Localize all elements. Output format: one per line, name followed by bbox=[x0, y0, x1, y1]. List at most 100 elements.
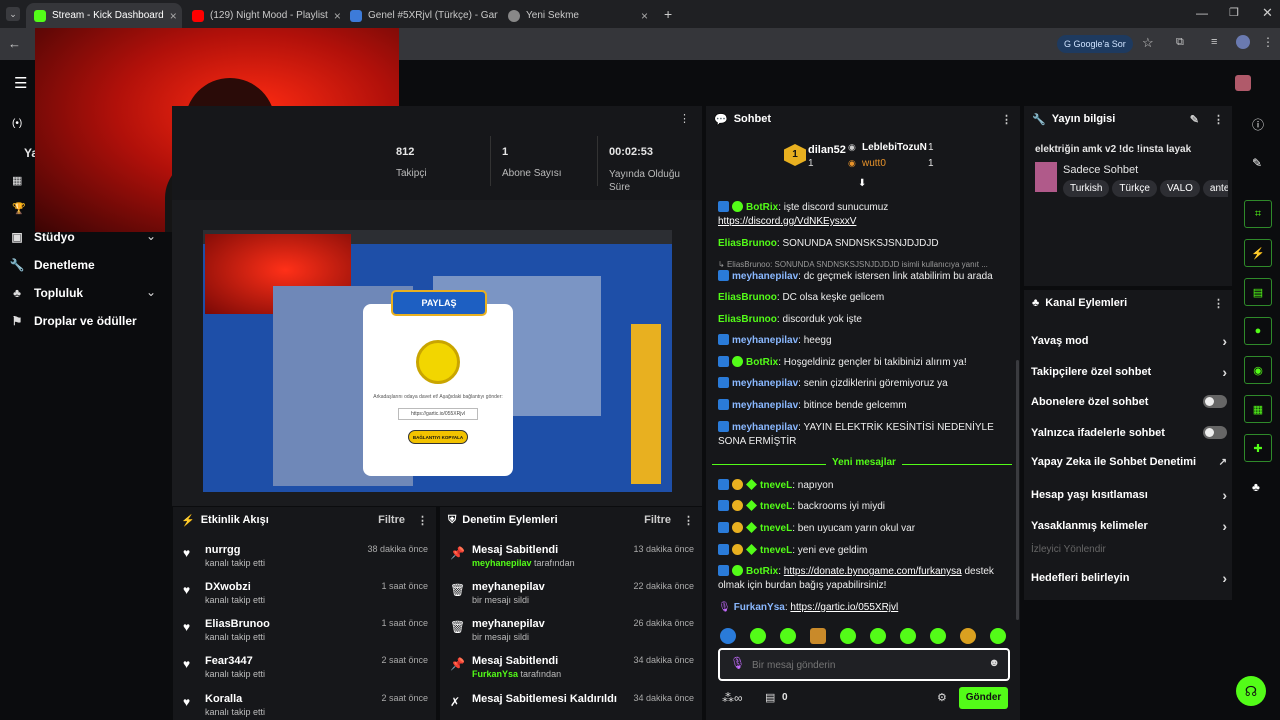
stream-preview-video[interactable]: PAYLAŞ Arkadaşlarını odaya davet et! Aşa… bbox=[203, 230, 672, 492]
tab-close-icon[interactable]: × bbox=[170, 9, 177, 23]
tab-title: Yeni Sekme bbox=[526, 10, 579, 21]
emoji-icon[interactable]: ☻ bbox=[988, 657, 1000, 669]
list-item: ✗ Mesaj Sabitlemesi Kaldırıldı 34 dakika ö… bbox=[450, 693, 694, 709]
mod-filter-button[interactable]: Filtre bbox=[644, 514, 671, 526]
lightning-icon[interactable]: ⚡ bbox=[1244, 239, 1272, 267]
account-age-action[interactable]: Hesap yaşı kısıtlaması › bbox=[1031, 487, 1227, 503]
chat-message: meyhanepilav: dc geçmek istersen link at… bbox=[718, 270, 1010, 284]
layout-icon[interactable]: ▦ bbox=[1244, 395, 1272, 423]
user-avatar[interactable] bbox=[1235, 75, 1251, 91]
emote-icon[interactable] bbox=[810, 628, 826, 644]
emote-icon[interactable] bbox=[900, 628, 916, 644]
kebab-menu-icon[interactable]: ⋮ bbox=[683, 514, 694, 527]
preview-ad-banner bbox=[631, 324, 661, 484]
chevron-down-icon[interactable]: ⌄ bbox=[146, 285, 156, 299]
discord-link[interactable]: https://discord.gg/VdNKEysxxV bbox=[718, 216, 856, 227]
live-icon: (•) bbox=[12, 118, 23, 129]
kebab-menu-icon[interactable]: ⋮ bbox=[1213, 113, 1224, 126]
community-icon[interactable]: ♣ bbox=[1252, 480, 1260, 494]
wrench-icon: 🔧 bbox=[1032, 113, 1046, 126]
emote-icon[interactable] bbox=[750, 628, 766, 644]
chat-bubble-icon[interactable]: ● bbox=[1244, 317, 1272, 345]
emote-icon[interactable] bbox=[990, 628, 1006, 644]
tag: Türkçe bbox=[1112, 180, 1157, 197]
emote-icon[interactable] bbox=[870, 628, 886, 644]
edit-icon[interactable]: ✎ bbox=[1252, 156, 1262, 170]
mod-badge-icon bbox=[718, 500, 729, 511]
notes-icon[interactable]: ▤ bbox=[1244, 278, 1272, 306]
emote-icon[interactable] bbox=[960, 628, 976, 644]
edit-pencil-icon[interactable]: ✎ bbox=[1190, 113, 1199, 126]
copy-link-button[interactable]: BAĞLANTIYI KOPYALA bbox=[408, 430, 468, 444]
send-button[interactable]: Gönder bbox=[959, 687, 1008, 709]
tab-new[interactable]: Yeni Sekme × bbox=[500, 3, 656, 28]
extensions-icon[interactable]: ⧉ bbox=[1176, 36, 1184, 49]
kebab-menu-icon[interactable]: ⋮ bbox=[679, 112, 690, 125]
category-name: Sadece Sohbet bbox=[1063, 164, 1139, 176]
profile-avatar[interactable] bbox=[1236, 35, 1250, 49]
emote-icon[interactable] bbox=[840, 628, 856, 644]
tab-close-icon[interactable]: × bbox=[334, 9, 340, 23]
google-ask-chip[interactable]: G Google'a Sor bbox=[1057, 35, 1133, 53]
chevron-right-icon: › bbox=[1222, 364, 1227, 380]
clip-icon[interactable]: ⌗ bbox=[1244, 200, 1272, 228]
settings-gear-icon[interactable]: ⚙ bbox=[937, 691, 947, 704]
tag: Turkish bbox=[1063, 180, 1110, 197]
ai-moderation-action[interactable]: Yapay Zeka ile Sohbet Denetimi ↗ bbox=[1031, 456, 1227, 468]
emote-icon[interactable] bbox=[720, 628, 736, 644]
sidebar-item-moderation[interactable]: 🔧 Denetleme bbox=[10, 258, 95, 272]
uptime-value: 00:02:53 bbox=[609, 146, 654, 158]
minimize-icon[interactable]: — bbox=[1196, 6, 1208, 20]
hamburger-menu-icon[interactable]: ☰ bbox=[14, 74, 27, 92]
popup-link[interactable]: https://gartic.io/055XRjvl bbox=[398, 408, 478, 420]
followers-only-action[interactable]: Takipçilere özel sohbet › bbox=[1031, 364, 1227, 380]
list-item: 📌 Mesaj Sabitlendi meyhanepilav tarafından… bbox=[450, 544, 694, 568]
gift-badge-icon bbox=[732, 500, 743, 511]
info-icon[interactable]: ⓘ bbox=[1252, 116, 1264, 133]
chat-message: meyhanepilav: YAYIN ELEKTRİK KESİNTİSİ N… bbox=[718, 421, 994, 447]
kebab-menu-icon[interactable]: ⋮ bbox=[1001, 113, 1012, 126]
tab-youtube[interactable]: (129) Night Mood - Playlist × bbox=[184, 3, 340, 28]
goals-action[interactable]: Hedefleri belirleyin › bbox=[1031, 570, 1227, 586]
tab-close-icon[interactable]: × bbox=[641, 9, 648, 23]
sidebar-item-community[interactable]: ♣ Topluluk bbox=[10, 286, 83, 300]
emote-icon[interactable] bbox=[780, 628, 796, 644]
emotes-only-toggle[interactable] bbox=[1203, 426, 1227, 439]
chat-scrollbar[interactable] bbox=[1016, 360, 1019, 620]
mod-badge-icon bbox=[718, 522, 729, 533]
tab-title: (129) Night Mood - Playlist bbox=[210, 10, 328, 21]
sidebar-item-drops[interactable]: ⚑ Droplar ve ödüller bbox=[10, 314, 137, 328]
points-icon: ▤ bbox=[765, 692, 776, 704]
raid-action: İzleyici Yönlendir bbox=[1031, 544, 1106, 555]
wrench-icon[interactable]: ✚ bbox=[1244, 434, 1272, 462]
bookmark-star-icon[interactable]: ☆ bbox=[1142, 35, 1154, 51]
emote-icon[interactable] bbox=[930, 628, 946, 644]
browser-menu-icon[interactable]: ⋮ bbox=[1262, 35, 1274, 49]
back-icon[interactable]: ← bbox=[8, 36, 21, 51]
emotes-only-action[interactable]: Yalnızca ifadelerle sohbet bbox=[1031, 426, 1227, 439]
chat-input-box[interactable]: 🎙 ☻ bbox=[718, 648, 1010, 681]
donate-link[interactable]: https://donate.bynogame.com/furkanysa bbox=[784, 566, 962, 577]
sidebar-item-studio[interactable]: ▣ Stüdyo bbox=[10, 230, 74, 244]
window-close-icon[interactable]: ✕ bbox=[1262, 5, 1273, 21]
kebab-menu-icon[interactable]: ⋮ bbox=[1213, 297, 1224, 310]
banned-words-action[interactable]: Yasaklanmış kelimeler › bbox=[1031, 518, 1227, 534]
subscribers-only-action[interactable]: Abonelere özel sohbet bbox=[1031, 395, 1227, 408]
maximize-icon[interactable]: ❐ bbox=[1229, 6, 1239, 19]
support-headset-icon[interactable]: ☊ bbox=[1236, 676, 1266, 706]
slow-mode-action[interactable]: Yavaş mod › bbox=[1031, 333, 1227, 349]
chat-message-input[interactable] bbox=[752, 656, 972, 674]
new-tab-button[interactable]: + bbox=[664, 6, 672, 22]
youtube-favicon-icon bbox=[192, 9, 204, 22]
broadcast-icon[interactable]: ◉ bbox=[1244, 356, 1272, 384]
tab-search-icon[interactable]: ⌄ bbox=[6, 7, 20, 21]
chat-message: EliasBrunoo: DC olsa keşke gelicem bbox=[718, 292, 885, 303]
mic-icon[interactable]: 🎙 bbox=[730, 656, 745, 670]
tab-gartic[interactable]: Genel #5XRjvl (Türkçe) - Gartic × bbox=[342, 3, 498, 28]
tab-kick-dashboard[interactable]: Stream - Kick Dashboard × bbox=[26, 3, 182, 28]
gartic-link[interactable]: https://gartic.io/055XRjvl bbox=[790, 602, 898, 613]
collapse-leaders-icon[interactable]: ⬇ bbox=[858, 178, 866, 189]
subscribers-only-toggle[interactable] bbox=[1203, 395, 1227, 408]
media-icon[interactable]: ≡ bbox=[1211, 36, 1217, 48]
tab-title: Genel #5XRjvl (Türkçe) - Gartic bbox=[368, 10, 498, 21]
